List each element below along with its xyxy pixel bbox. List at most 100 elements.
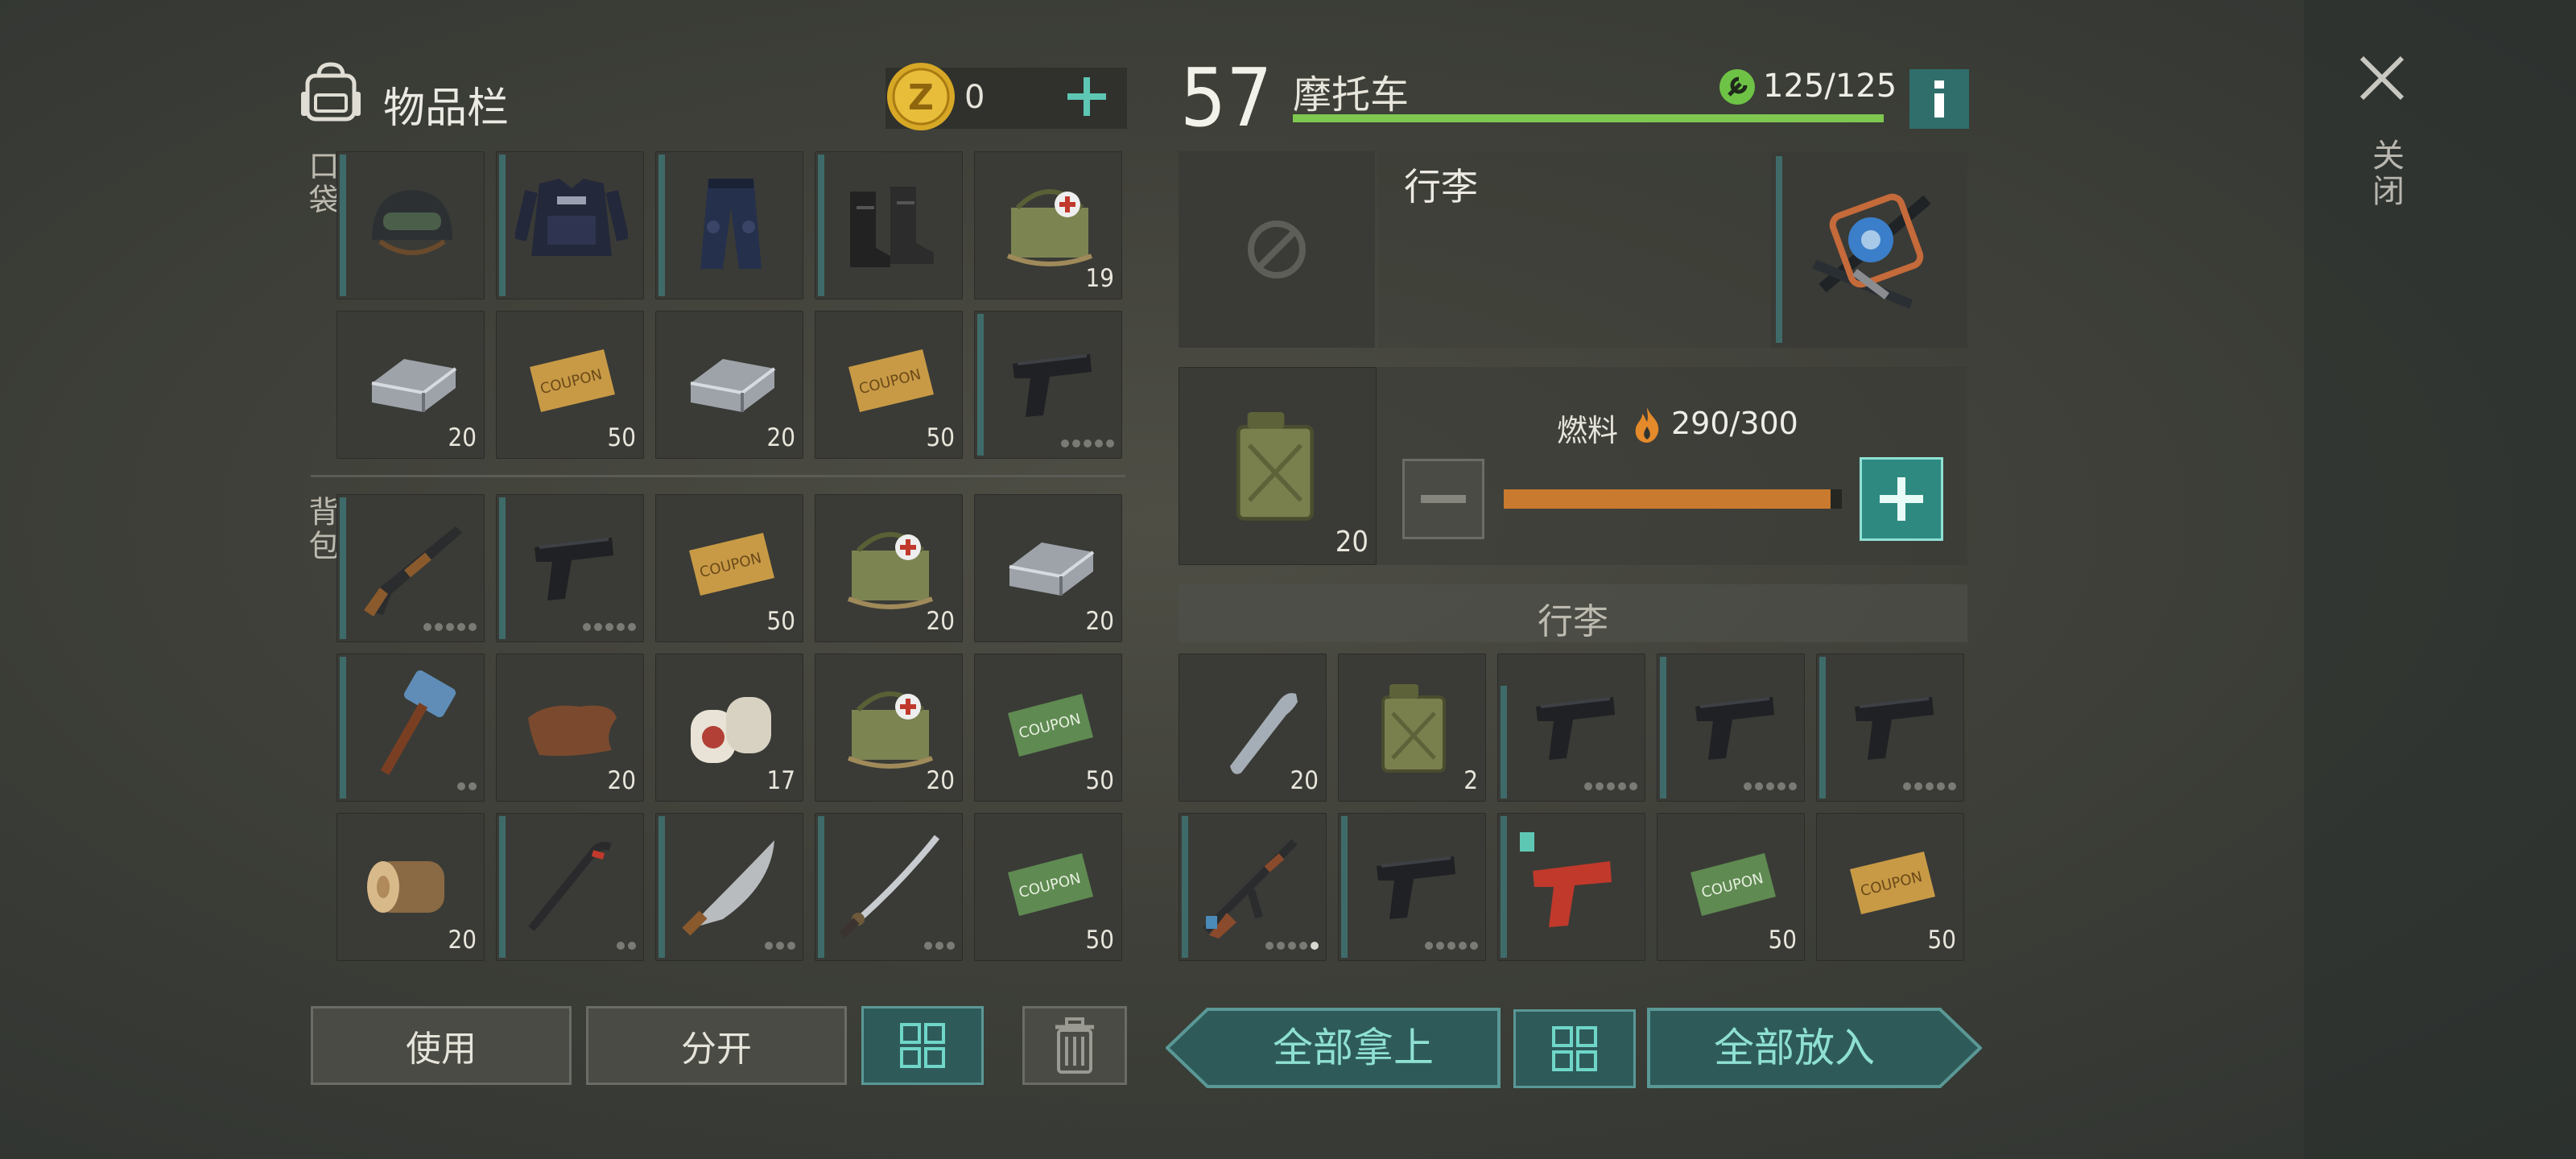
cargo-slot[interactable]: 2: [1338, 654, 1486, 802]
backpack-rack-icon: [1812, 193, 1931, 309]
wrench-icon: [1719, 69, 1755, 105]
pocket-slot[interactable]: 20: [336, 311, 485, 459]
item-count: 50: [1085, 926, 1114, 955]
shotgun-icon: [364, 526, 462, 617]
iron-ingot-icon: [1009, 542, 1095, 596]
put-all-button[interactable]: 全部放入: [1647, 1008, 1982, 1088]
backpack-slot[interactable]: [336, 494, 485, 642]
cargo-slot[interactable]: COUPON 50: [1816, 813, 1964, 961]
ammo-dot: [1948, 782, 1956, 790]
ammo-dot: [617, 623, 625, 631]
ammo-dot: [1447, 942, 1455, 950]
ammo-dot: [1436, 942, 1444, 950]
backpack-slot[interactable]: [496, 494, 644, 642]
ammo-dot: [1607, 782, 1615, 790]
fire-icon: [1635, 407, 1659, 443]
trash-button[interactable]: [1022, 1006, 1127, 1085]
backpack-slot[interactable]: 20: [496, 654, 644, 802]
ammo-dot: [947, 942, 955, 950]
ration-coupon-icon: COUPON: [1008, 853, 1093, 916]
fuel-can-icon: [1381, 684, 1446, 773]
pocket-slot[interactable]: [655, 151, 803, 299]
backpack-slot[interactable]: COUPON 50: [655, 494, 803, 642]
backpack-slot[interactable]: [815, 813, 963, 961]
split-button[interactable]: 分开: [586, 1006, 847, 1085]
pocket-slot[interactable]: COUPON 50: [496, 311, 644, 459]
backpack-slot[interactable]: 17: [655, 654, 803, 802]
ammo-dot: [1584, 782, 1592, 790]
empty-slot[interactable]: [1179, 151, 1375, 348]
item-count: 20: [1290, 766, 1319, 795]
cargo-slot[interactable]: [1657, 654, 1805, 802]
pistol-icon: [1536, 697, 1615, 760]
durability-bar: [658, 155, 665, 296]
durability-bar: [340, 497, 346, 639]
cargo-slot[interactable]: [1338, 813, 1486, 961]
pocket-slot[interactable]: 19: [974, 151, 1122, 299]
close-button[interactable]: 关闭: [2351, 48, 2415, 241]
durability-bar-fill: [1293, 114, 1884, 122]
ammo-dot: [1937, 782, 1945, 790]
fuel-bar-fill: [1504, 489, 1831, 509]
fuel-minus-button[interactable]: [1402, 459, 1484, 539]
item-count: 50: [1927, 926, 1956, 955]
sort-cargo-button[interactable]: [1513, 1009, 1636, 1088]
backpack-slot[interactable]: [496, 813, 644, 961]
crowbar-icon: [528, 842, 612, 932]
item-count: 2: [1463, 766, 1478, 795]
ammo-dots: [423, 623, 477, 631]
sort-inventory-button[interactable]: [861, 1006, 984, 1085]
item-count: 50: [607, 423, 636, 452]
backpack-rack-slot[interactable]: [1771, 151, 1967, 348]
ammo-dots: [1061, 439, 1114, 448]
right-side-panel: [2304, 0, 2576, 1159]
item-count: 50: [1085, 766, 1114, 795]
pocket-slot[interactable]: [336, 151, 485, 299]
cargo-slot[interactable]: [1179, 813, 1327, 961]
vehicle-name: 摩托车: [1293, 72, 1410, 118]
backpack-slot[interactable]: 20: [815, 494, 963, 642]
take-all-label: 全部拿上: [1273, 1025, 1434, 1071]
add-coins-plus-icon[interactable]: [1064, 74, 1109, 119]
ammo-dot: [1755, 782, 1763, 790]
cargo-slot[interactable]: 20: [1179, 654, 1327, 802]
cargo-slot[interactable]: COUPON 50: [1657, 813, 1805, 961]
durability-bar: [340, 657, 346, 798]
backpack-slot[interactable]: COUPON 50: [974, 813, 1122, 961]
coin-icon: Z: [887, 63, 955, 130]
pocket-slot[interactable]: [815, 151, 963, 299]
ammo-dot: [628, 623, 636, 631]
pocket-slot[interactable]: [974, 311, 1122, 459]
pistol-icon: [1695, 697, 1774, 760]
pocket-slot[interactable]: COUPON 50: [815, 311, 963, 459]
item-count: 20: [607, 766, 636, 795]
take-all-button[interactable]: 全部拿上: [1166, 1008, 1501, 1088]
backpack-slot[interactable]: [655, 813, 803, 961]
use-button[interactable]: 使用: [311, 1006, 572, 1085]
ammo-dots: [1425, 942, 1478, 950]
slot-title: 行李: [1404, 165, 1478, 208]
backpack-slot[interactable]: 20: [974, 494, 1122, 642]
backpack-slot[interactable]: 20: [336, 813, 485, 961]
info-button[interactable]: [1909, 69, 1969, 129]
ammo-dots: [457, 782, 477, 790]
pants-icon: [700, 179, 762, 269]
backpack-slot[interactable]: COUPON 50: [974, 654, 1122, 802]
cargo-slot[interactable]: [1816, 654, 1964, 802]
cargo-slot[interactable]: [1497, 654, 1645, 802]
pocket-slot[interactable]: [496, 151, 644, 299]
item-count: 20: [926, 766, 955, 795]
cargo-slot[interactable]: [1497, 813, 1645, 961]
item-count: 50: [1768, 926, 1797, 955]
pistol-icon: [1377, 856, 1455, 919]
fuel-bar-track: [1504, 489, 1842, 509]
fuel-can-slot[interactable]: 20: [1179, 367, 1377, 565]
ammo-dot: [1903, 782, 1911, 790]
vehicle-level: 57: [1180, 51, 1273, 145]
backpack-slot[interactable]: 20: [815, 654, 963, 802]
fuel-plus-button[interactable]: [1860, 457, 1943, 541]
cargo-title: 行李: [1538, 601, 1608, 642]
pocket-slot[interactable]: 20: [655, 311, 803, 459]
durability-bar: [499, 497, 506, 639]
backpack-slot[interactable]: [336, 654, 485, 802]
